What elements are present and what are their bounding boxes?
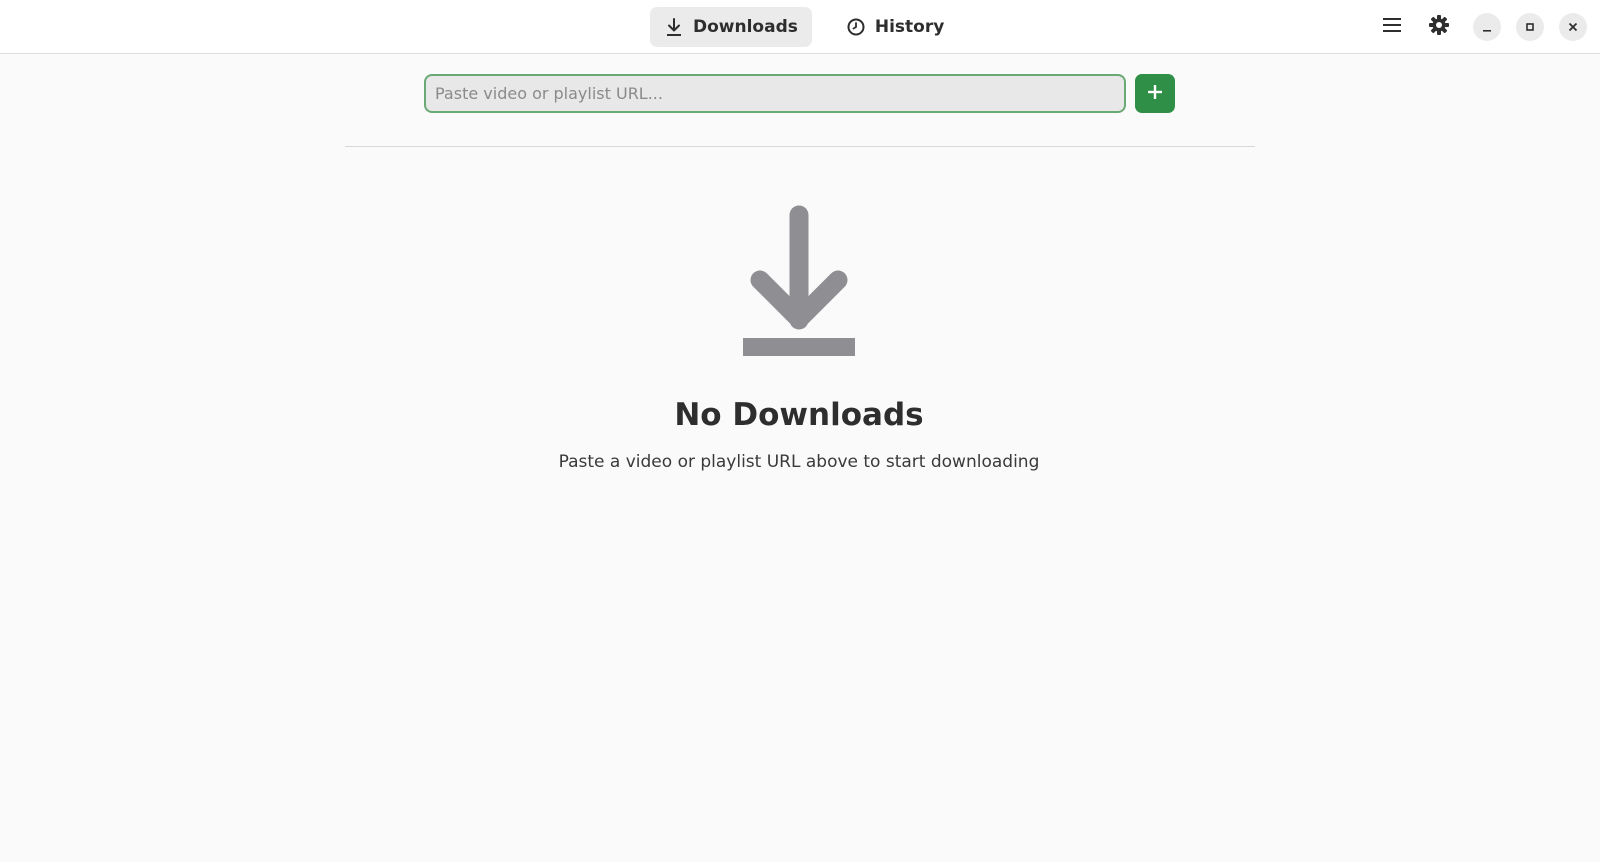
settings-button[interactable]	[1423, 11, 1455, 43]
empty-state-title: No Downloads	[674, 397, 924, 433]
view-switcher: Downloads History	[650, 7, 958, 47]
download-arrow-icon	[740, 205, 858, 357]
minimize-button[interactable]	[1473, 13, 1501, 41]
maximize-icon	[1524, 18, 1536, 37]
empty-state-description: Paste a video or playlist URL above to s…	[558, 452, 1040, 472]
main-menu-button[interactable]	[1376, 11, 1408, 43]
plus-icon	[1146, 83, 1164, 105]
gear-icon	[1428, 14, 1450, 40]
close-button[interactable]	[1559, 13, 1587, 41]
clock-icon	[846, 17, 866, 37]
tab-downloads-label: Downloads	[693, 17, 798, 37]
hamburger-menu-icon	[1382, 16, 1402, 38]
close-icon	[1567, 18, 1579, 37]
header-bar: Downloads History	[0, 0, 1600, 54]
download-icon	[664, 17, 684, 37]
minimize-icon	[1481, 18, 1493, 37]
tab-history-label: History	[874, 17, 945, 37]
tab-history[interactable]: History	[832, 7, 958, 47]
url-input[interactable]	[424, 74, 1126, 113]
tab-downloads[interactable]: Downloads	[650, 7, 812, 47]
divider	[345, 146, 1255, 147]
add-url-button[interactable]	[1135, 74, 1175, 113]
maximize-button[interactable]	[1516, 13, 1544, 41]
